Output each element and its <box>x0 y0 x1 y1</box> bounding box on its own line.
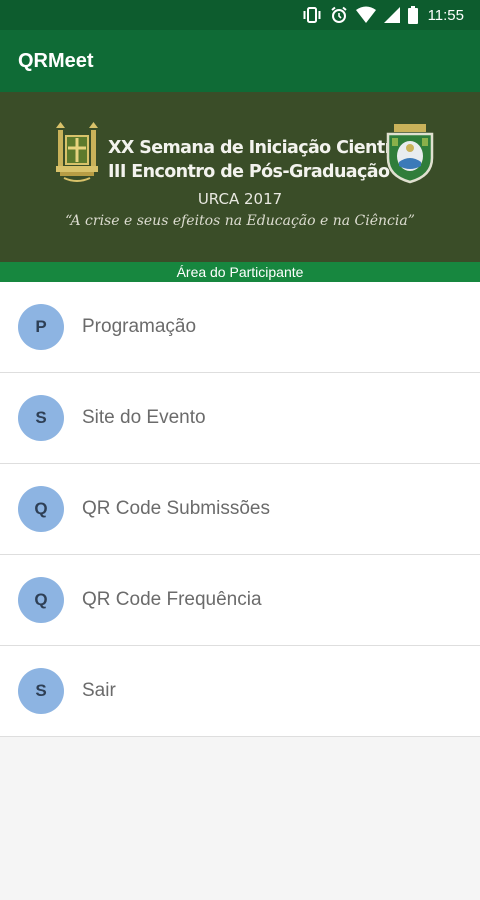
menu-item-label: Sair <box>82 680 116 701</box>
participant-menu: P Programação S Site do Evento Q QR Code… <box>0 282 480 737</box>
menu-item-avatar: P <box>18 304 64 350</box>
participant-area-label: Área do Participante <box>176 264 304 280</box>
state-coat-of-arms-icon <box>384 118 436 184</box>
signal-icon <box>383 6 400 24</box>
menu-item-label: QR Code Frequência <box>82 589 262 610</box>
menu-item-sair[interactable]: S Sair <box>0 646 480 737</box>
menu-item-label: QR Code Submissões <box>82 498 270 519</box>
menu-item-avatar: Q <box>18 577 64 623</box>
vibrate-icon <box>302 6 322 24</box>
university-crest-icon <box>54 122 100 184</box>
status-time: 11:55 <box>427 6 464 24</box>
status-bar: 11:55 <box>0 0 480 30</box>
participant-area-header: Área do Participante <box>0 262 480 282</box>
wifi-icon <box>355 6 376 24</box>
alarm-icon <box>330 6 348 24</box>
app-title: QRMeet <box>18 49 94 72</box>
menu-item-avatar: Q <box>18 486 64 532</box>
menu-item-avatar: S <box>18 668 64 714</box>
banner-motto: “A crise e seus efeitos na Educação e na… <box>65 213 415 229</box>
event-banner: XX Semana de Iniciação Científica III En… <box>0 92 480 262</box>
battery-icon <box>407 6 418 24</box>
app-bar: QRMeet <box>0 30 480 92</box>
menu-item-site-do-evento[interactable]: S Site do Evento <box>0 373 480 464</box>
menu-item-qr-code-frequencia[interactable]: Q QR Code Frequência <box>0 555 480 646</box>
menu-item-label: Programação <box>82 316 197 337</box>
banner-title-line2: III Encontro de Pós-Graduação <box>108 162 390 182</box>
banner-edition: URCA 2017 <box>197 190 283 208</box>
menu-item-qr-code-submissoes[interactable]: Q QR Code Submissões <box>0 464 480 555</box>
menu-item-avatar: S <box>18 395 64 441</box>
banner-title-line1: XX Semana de Iniciação Científica <box>108 138 424 158</box>
menu-item-label: Site do Evento <box>82 407 206 428</box>
menu-item-programacao[interactable]: P Programação <box>0 282 480 373</box>
